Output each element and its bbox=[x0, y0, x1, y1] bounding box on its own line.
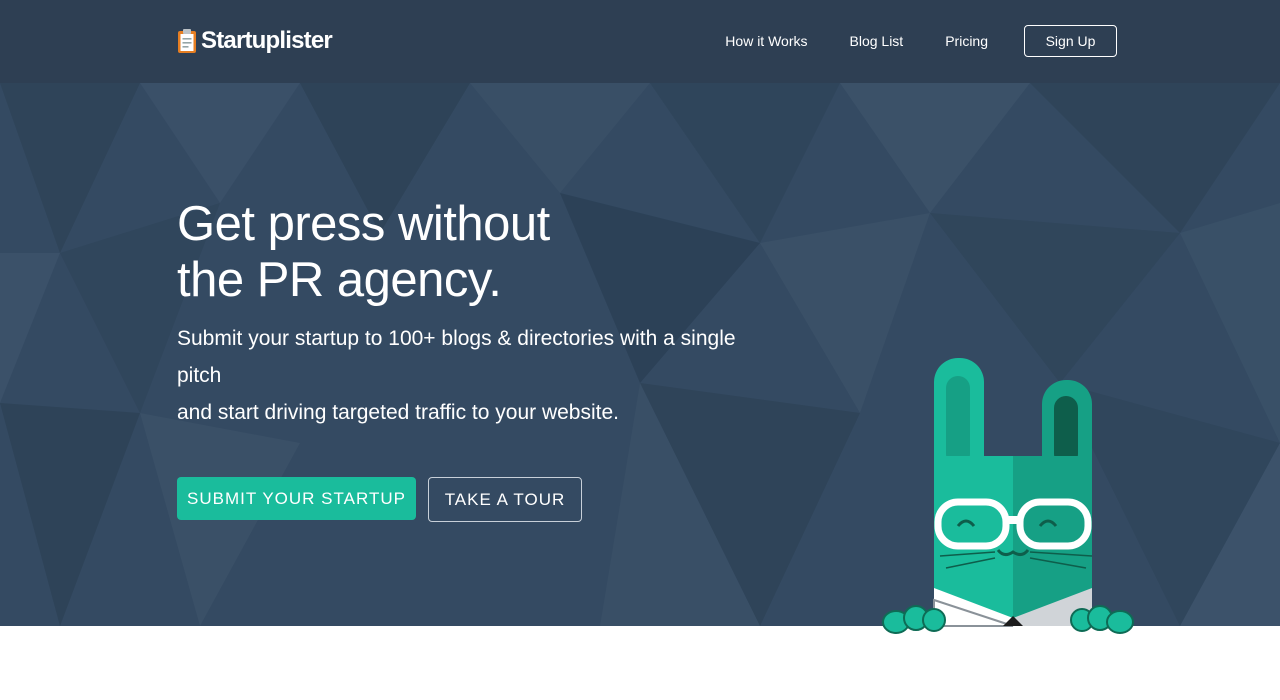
sign-up-button[interactable]: Sign Up bbox=[1024, 25, 1117, 57]
nav-blog-list-link[interactable]: Blog List bbox=[850, 33, 904, 49]
subhead-line-2: and start driving targeted traffic to yo… bbox=[177, 401, 620, 424]
nav-how-it-works-link[interactable]: How it Works bbox=[725, 33, 807, 49]
hero-subheadline: Submit your startup to 100+ blogs & dire… bbox=[177, 320, 777, 431]
logo[interactable]: Startuplister bbox=[177, 27, 333, 55]
subhead-line-1: Submit your startup to 100+ blogs & dire… bbox=[177, 327, 736, 387]
take-tour-button[interactable]: TAKE A TOUR bbox=[428, 477, 582, 522]
logo-text: Startuplister bbox=[201, 27, 333, 54]
rabbit-mascot bbox=[882, 358, 1134, 634]
cta-row: SUBMIT YOUR STARTUP TAKE A TOUR bbox=[177, 477, 582, 522]
nav-menu: How it Works Blog List Pricing Sign Up bbox=[725, 25, 1117, 57]
headline-line-2: the PR agency. bbox=[177, 253, 502, 307]
nav-pricing-link[interactable]: Pricing bbox=[945, 33, 988, 49]
navbar: Startuplister How it Works Blog List Pri… bbox=[0, 0, 1280, 83]
clipboard-icon bbox=[178, 29, 196, 53]
headline-line-1: Get press without bbox=[177, 197, 550, 251]
hero-headline: Get press without the PR agency. bbox=[177, 196, 777, 308]
submit-startup-button[interactable]: SUBMIT YOUR STARTUP bbox=[177, 477, 416, 520]
